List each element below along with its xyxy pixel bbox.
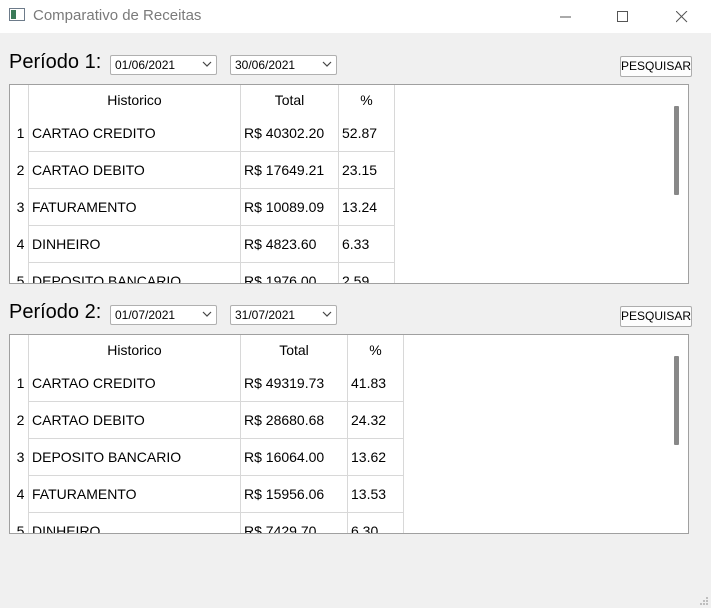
table-row[interactable]: 1 CARTAO CREDITO R$ 49319.73 41.83	[10, 365, 404, 402]
table-row[interactable]: 2 CARTAO DEBITO R$ 28680.68 24.32	[10, 401, 404, 439]
row-number-header	[10, 335, 29, 365]
period1-table[interactable]: Historico Total % 1 CARTAO CREDITO R$ 40…	[9, 84, 689, 284]
column-header-percent[interactable]: %	[347, 335, 404, 365]
cell-percent[interactable]: 6.33	[338, 225, 395, 263]
row-number: 4	[10, 475, 29, 513]
cell-percent[interactable]: 2.59	[338, 262, 395, 283]
title-bar: Comparativo de Receitas	[0, 0, 711, 33]
cell-total[interactable]: R$ 28680.68	[240, 401, 348, 439]
window-title: Comparativo de Receitas	[33, 7, 202, 24]
cell-historico[interactable]: DEPOSITO BANCARIO	[28, 262, 241, 283]
cell-total[interactable]: R$ 7429.70	[240, 512, 348, 533]
minimize-button[interactable]	[537, 0, 595, 33]
column-header-historico[interactable]: Historico	[28, 85, 241, 115]
period2-start-date-value: 01/07/2021	[115, 308, 176, 322]
cell-historico[interactable]: DINHEIRO	[28, 512, 241, 533]
table-row[interactable]: 3 DEPOSITO BANCARIO R$ 16064.00 13.62	[10, 438, 404, 476]
period2-table[interactable]: Historico Total % 1 CARTAO CREDITO R$ 49…	[9, 334, 689, 534]
cell-percent[interactable]: 6.30	[347, 512, 404, 533]
row-number: 3	[10, 188, 29, 226]
close-button[interactable]	[653, 0, 711, 33]
chevron-down-icon	[322, 61, 332, 67]
period2-end-date-value: 31/07/2021	[235, 308, 296, 322]
chevron-down-icon	[202, 311, 212, 317]
row-number: 1	[10, 115, 29, 152]
period1-label: Período 1:	[9, 51, 102, 73]
chevron-down-icon	[322, 311, 332, 317]
period1-vertical-scrollbar[interactable]	[668, 85, 688, 283]
period2-grid: Historico Total % 1 CARTAO CREDITO R$ 49…	[10, 335, 404, 533]
period2-search-button[interactable]: PESQUISAR	[620, 306, 692, 327]
maximize-button[interactable]	[594, 0, 652, 33]
minimize-icon	[560, 16, 571, 17]
row-number: 5	[10, 262, 29, 283]
table-header-row: Historico Total %	[10, 85, 395, 115]
table-row[interactable]: 2 CARTAO DEBITO R$ 17649.21 23.15	[10, 151, 395, 189]
cell-percent[interactable]: 13.24	[338, 188, 395, 226]
period1-end-date-value: 30/06/2021	[235, 58, 296, 72]
cell-historico[interactable]: CARTAO DEBITO	[28, 401, 241, 439]
column-header-historico[interactable]: Historico	[28, 335, 241, 365]
cell-percent[interactable]: 41.83	[347, 365, 404, 402]
close-icon	[676, 10, 688, 22]
table-row[interactable]: 4 DINHEIRO R$ 4823.60 6.33	[10, 225, 395, 263]
table-header-row: Historico Total %	[10, 335, 404, 365]
table-row[interactable]: 4 FATURAMENTO R$ 15956.06 13.53	[10, 475, 404, 513]
scrollbar-thumb[interactable]	[674, 106, 679, 195]
cell-percent[interactable]: 13.62	[347, 438, 404, 476]
period1-start-date-value: 01/06/2021	[115, 58, 176, 72]
cell-historico[interactable]: FATURAMENTO	[28, 475, 241, 513]
period1-start-date-select[interactable]: 01/06/2021	[110, 55, 217, 75]
cell-total[interactable]: R$ 10089.09	[240, 188, 339, 226]
cell-total[interactable]: R$ 1976.00	[240, 262, 339, 283]
period1-grid: Historico Total % 1 CARTAO CREDITO R$ 40…	[10, 85, 395, 283]
row-number-header	[10, 85, 29, 115]
cell-historico[interactable]: DEPOSITO BANCARIO	[28, 438, 241, 476]
app-window-icon	[9, 8, 25, 21]
table-row[interactable]: 5 DEPOSITO BANCARIO R$ 1976.00 2.59	[10, 262, 395, 283]
row-number: 2	[10, 401, 29, 439]
table-row[interactable]: 1 CARTAO CREDITO R$ 40302.20 52.87	[10, 115, 395, 152]
cell-total[interactable]: R$ 15956.06	[240, 475, 348, 513]
cell-total[interactable]: R$ 17649.21	[240, 151, 339, 189]
cell-total[interactable]: R$ 16064.00	[240, 438, 348, 476]
cell-historico[interactable]: CARTAO CREDITO	[28, 365, 241, 402]
row-number: 1	[10, 365, 29, 402]
cell-percent[interactable]: 24.32	[347, 401, 404, 439]
cell-historico[interactable]: CARTAO CREDITO	[28, 115, 241, 152]
cell-total[interactable]: R$ 4823.60	[240, 225, 339, 263]
cell-historico[interactable]: DINHEIRO	[28, 225, 241, 263]
scrollbar-thumb[interactable]	[674, 356, 679, 445]
period1-search-button[interactable]: PESQUISAR	[620, 56, 692, 77]
column-header-total[interactable]: Total	[240, 335, 348, 365]
column-header-percent[interactable]: %	[338, 85, 395, 115]
cell-percent[interactable]: 23.15	[338, 151, 395, 189]
resize-grip-icon[interactable]	[699, 596, 709, 606]
cell-percent[interactable]: 13.53	[347, 475, 404, 513]
period2-start-date-select[interactable]: 01/07/2021	[110, 305, 217, 325]
cell-total[interactable]: R$ 49319.73	[240, 365, 348, 402]
period1-end-date-select[interactable]: 30/06/2021	[230, 55, 337, 75]
cell-total[interactable]: R$ 40302.20	[240, 115, 339, 152]
maximize-icon	[617, 10, 628, 22]
cell-historico[interactable]: CARTAO DEBITO	[28, 151, 241, 189]
period2-label: Período 2:	[9, 301, 102, 323]
row-number: 4	[10, 225, 29, 263]
row-number: 5	[10, 512, 29, 533]
column-header-total[interactable]: Total	[240, 85, 339, 115]
cell-historico[interactable]: FATURAMENTO	[28, 188, 241, 226]
period2-end-date-select[interactable]: 31/07/2021	[230, 305, 337, 325]
row-number: 2	[10, 151, 29, 189]
table-row[interactable]: 5 DINHEIRO R$ 7429.70 6.30	[10, 512, 404, 533]
table-row[interactable]: 3 FATURAMENTO R$ 10089.09 13.24	[10, 188, 395, 226]
chevron-down-icon	[202, 61, 212, 67]
cell-percent[interactable]: 52.87	[338, 115, 395, 152]
row-number: 3	[10, 438, 29, 476]
period2-vertical-scrollbar[interactable]	[668, 335, 688, 533]
